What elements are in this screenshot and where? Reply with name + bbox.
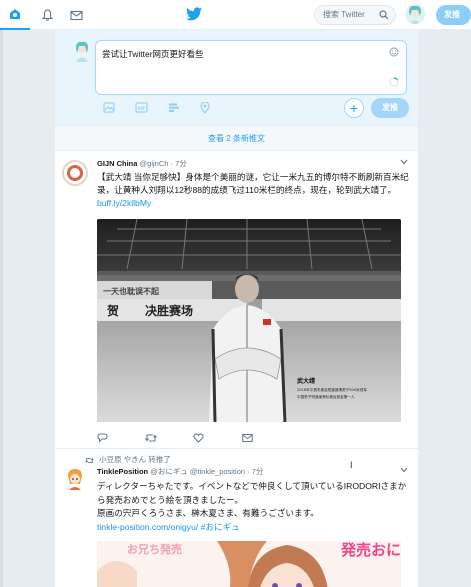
search-input[interactable]: 搜索 Twitter — [314, 5, 396, 25]
author-handle[interactable]: @gijnCh — [140, 159, 169, 168]
envelope-icon — [69, 10, 83, 20]
tweet-line: ディレクターちゃたです。イベントなどで仲良くして頂いているIRODORIさまから… — [97, 481, 407, 505]
chevron-down-icon[interactable] — [400, 159, 408, 165]
search-icon[interactable] — [379, 10, 389, 20]
banner-left-text: 一天也耽误不起 — [103, 286, 160, 296]
tweet-link[interactable]: tinkle-position.com/onigyu/ #おにギュ — [97, 521, 409, 535]
tweet-header: GIJN China @gijnCh · 7分 — [97, 158, 187, 169]
twitter-bird-icon — [186, 7, 202, 21]
plus-icon: + — [349, 100, 359, 116]
tweet-text: ディレクターちゃたです。イベントなどで仲良くして頂いているIRODORIさまから… — [97, 480, 409, 534]
gif-icon[interactable]: GIF — [135, 102, 148, 113]
avatar-image — [76, 41, 88, 62]
tweet-time[interactable]: · 7分 — [171, 159, 187, 168]
twitter-logo[interactable] — [186, 7, 202, 26]
retweet-context: 小豆原 やきん 转推了 — [85, 454, 171, 465]
reply-icon[interactable] — [97, 433, 108, 443]
add-tweet-button[interactable]: + — [344, 98, 364, 118]
tweet-time[interactable]: · 7分 — [247, 467, 263, 476]
image-icon[interactable] — [103, 102, 115, 113]
avatar-image — [63, 467, 87, 491]
top-navigation-bar: 搜索 Twitter 发推 — [0, 0, 471, 30]
tweet-link[interactable]: buff.ly/2kllbMy — [97, 198, 151, 208]
home-tab[interactable] — [0, 0, 30, 30]
compose-area: 尝试让Twitter网页更好看些 GIF + 发推 — [55, 30, 418, 125]
avatar-image — [409, 5, 421, 24]
tweet-line: 原画の宍戸くろうさま、榊木夏さま、有難うございます。 — [97, 508, 319, 518]
home-icon — [10, 9, 20, 19]
character-count-icon — [389, 77, 399, 87]
compose-text: 尝试让Twitter网页更好看些 — [102, 49, 204, 59]
caption-title: 武大靖 — [297, 377, 315, 385]
tweet-body: 【武大靖 当你足够快】身体是个美丽的谜，它让一米九五的博尔特不断刷新百米纪录，让… — [97, 172, 409, 195]
tweet-text: 【武大靖 当你足够快】身体是个美丽的谜，它让一米九五的博尔特不断刷新百米纪录，让… — [97, 171, 409, 210]
caption-line-1: 2018年平昌冬奥会短道速滑男子500米冠军 — [297, 387, 367, 392]
tweet-header: TinklePosition @おにギュ @tinkle_position · … — [97, 466, 263, 477]
direct-message-icon[interactable] — [242, 433, 253, 443]
banner-center-text: 决胜赛场 — [145, 303, 193, 318]
tweet-photo[interactable]: 一天也耽误不起 贺 决胜赛场 武大靖 2018年平昌冬奥会短道速滑男子500米冠… — [97, 219, 401, 422]
tweet-illustration[interactable]: お兄ち発売 発売おに — [97, 541, 401, 587]
retweet-icon — [85, 457, 94, 463]
location-icon[interactable] — [200, 102, 210, 114]
emoji-icon[interactable] — [389, 47, 399, 57]
text-cursor-icon: I — [350, 460, 353, 470]
like-icon[interactable] — [193, 433, 204, 443]
tweet-item[interactable]: GIJN China @gijnCh · 7分 【武大靖 当你足够快】身体是个美… — [55, 151, 418, 449]
messages-tab[interactable] — [69, 8, 83, 22]
compose-text-field[interactable]: 尝试让Twitter网页更好看些 — [95, 40, 407, 95]
search-placeholder: 搜索 Twitter — [323, 10, 365, 19]
rink-photo: 一天也耽误不起 贺 决胜赛场 武大靖 2018年平昌冬奥会短道速滑男子500米冠… — [97, 219, 401, 422]
poll-icon[interactable] — [168, 102, 180, 113]
show-new-tweets-bar[interactable]: 查看 2 条新推文 — [55, 125, 418, 151]
gijn-avatar[interactable] — [62, 160, 88, 186]
retweeted-by-text[interactable]: 小豆原 やきん 转推了 — [99, 455, 171, 464]
retweet-icon[interactable] — [145, 433, 157, 443]
svg-text:GIF: GIF — [138, 106, 146, 111]
timeline-column: 尝试让Twitter网页更好看些 GIF + 发推 查看 2 条新推文 GIJN… — [55, 30, 418, 587]
illustration-right-text: 発売おに — [341, 542, 401, 559]
profile-avatar[interactable] — [405, 4, 425, 24]
author-name[interactable]: GIJN China — [97, 159, 137, 168]
author-name[interactable]: TinklePosition — [97, 467, 148, 476]
illustration-left-text: お兄ち発売 — [127, 544, 182, 556]
compose-avatar — [72, 40, 92, 62]
right-scrollbar[interactable] — [465, 30, 471, 587]
left-scrollbar[interactable] — [0, 30, 3, 587]
tweet-button-top[interactable]: 发推 — [436, 5, 471, 25]
notifications-tab[interactable] — [40, 8, 54, 22]
caption-line-2: 中国男子短道速滑队奥运首金第一人 — [297, 394, 355, 399]
author-handle[interactable]: @おにギュ @tinkle_position — [150, 467, 245, 476]
chevron-down-icon[interactable] — [400, 467, 408, 473]
bell-icon — [41, 9, 53, 21]
send-tweet-button[interactable]: 发推 — [371, 98, 409, 118]
tinkle-avatar[interactable] — [62, 466, 88, 492]
banner-prefix-text: 贺 — [106, 303, 119, 318]
gijn-logo-icon — [67, 165, 83, 181]
